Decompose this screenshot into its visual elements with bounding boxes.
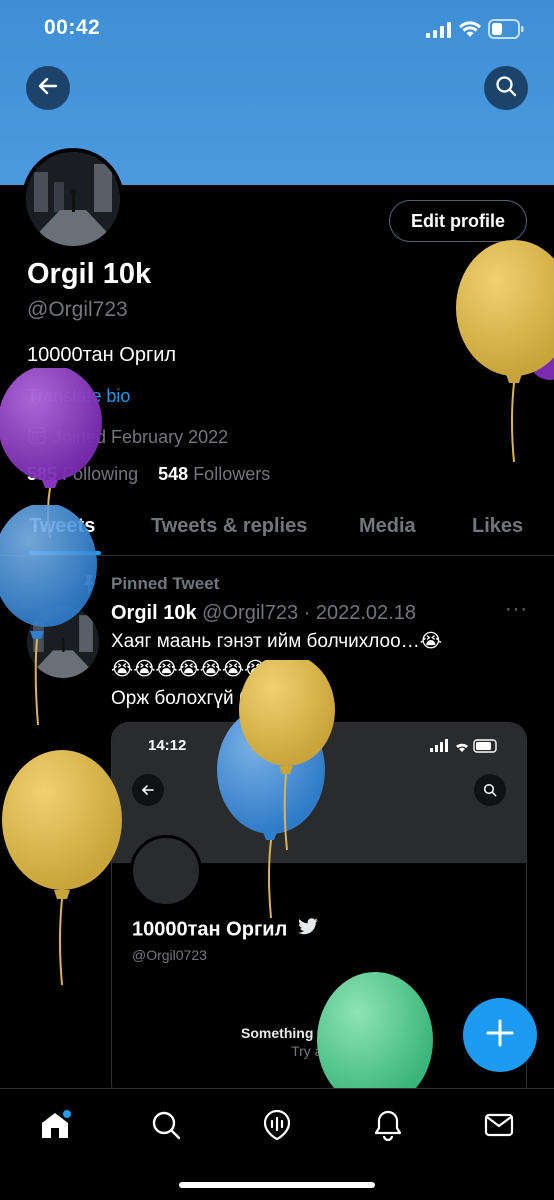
compose-tweet-button[interactable] xyxy=(463,998,537,1072)
battery-icon xyxy=(488,19,524,44)
yellow-blue-balloons-center xyxy=(215,654,345,925)
profile-screen: { "status_bar": {"time": "00:42"}, "prof… xyxy=(0,0,554,1200)
yellow-balloon-right xyxy=(450,240,554,470)
followers-label: Followers xyxy=(193,464,271,484)
green-balloon xyxy=(315,970,435,1108)
card-handle: @Orgil0723 xyxy=(132,947,207,963)
compose-icon xyxy=(485,1013,515,1058)
tweet-meta: @Orgil723 · 2022.02.18 xyxy=(202,602,416,624)
card-status-icons xyxy=(430,739,500,758)
cellular-signal-icon xyxy=(426,22,452,43)
tweet-author[interactable]: Orgil 10k xyxy=(111,602,197,624)
tweet-text-line-1: Хаяг маань гэнэт ийм болчихлоо…😭 xyxy=(111,631,442,652)
search-icon[interactable] xyxy=(146,1105,186,1145)
search-button[interactable] xyxy=(484,66,528,110)
yellow-balloon-left xyxy=(0,750,130,995)
spaces-icon[interactable] xyxy=(257,1105,297,1145)
card-search-icon xyxy=(474,774,506,806)
tab-tweets-replies[interactable]: Tweets & replies xyxy=(151,515,307,538)
wifi-icon xyxy=(458,20,482,43)
profile-avatar[interactable] xyxy=(22,148,124,250)
back-arrow-icon xyxy=(37,75,59,102)
card-avatar xyxy=(130,835,202,907)
notifications-icon[interactable] xyxy=(368,1105,408,1145)
card-back-icon xyxy=(132,774,164,806)
card-status-time: 14:12 xyxy=(148,737,187,754)
pinned-label: Pinned Tweet xyxy=(111,574,220,593)
home-icon[interactable] xyxy=(35,1105,75,1145)
blue-balloon-left xyxy=(0,503,110,730)
followers-count: 548 xyxy=(158,464,189,484)
tweet-more-button[interactable]: ··· xyxy=(505,598,528,621)
profile-handle: @Orgil723 xyxy=(27,298,128,321)
messages-icon[interactable] xyxy=(479,1105,519,1145)
followers-link[interactable]: 548 Followers xyxy=(158,464,270,484)
search-icon xyxy=(495,75,517,102)
tab-media[interactable]: Media xyxy=(359,515,416,538)
status-time: 00:42 xyxy=(44,16,101,39)
profile-bio: 10000тан Оргил xyxy=(27,344,177,366)
tweet-header: Orgil 10k @Orgil723 · 2022.02.18 xyxy=(111,602,416,625)
tab-likes[interactable]: Likes xyxy=(472,515,523,538)
home-indicator xyxy=(179,1182,375,1188)
profile-name: Orgil 10k xyxy=(27,258,152,290)
edit-profile-button[interactable]: Edit profile xyxy=(389,200,527,242)
back-button[interactable] xyxy=(26,66,70,110)
